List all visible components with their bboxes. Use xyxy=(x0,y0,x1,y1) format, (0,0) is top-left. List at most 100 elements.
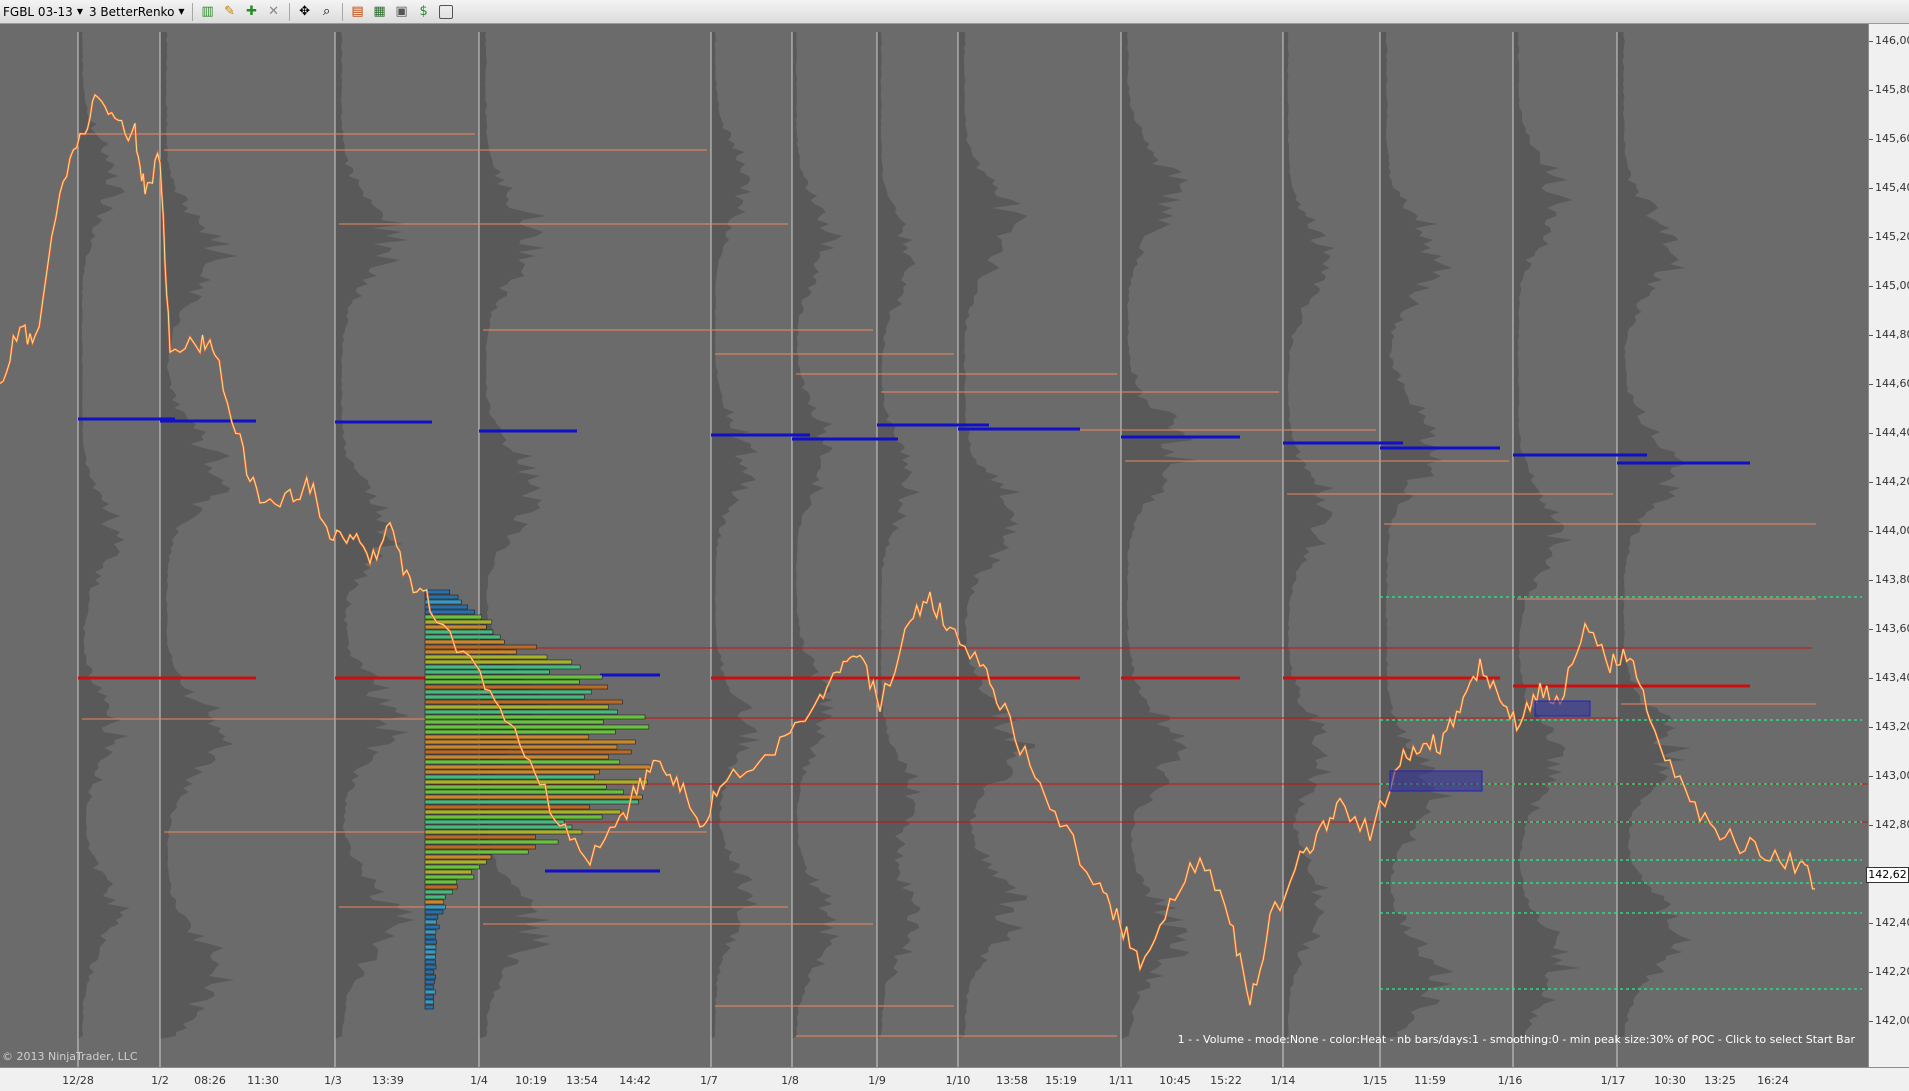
time-label: 11:59 xyxy=(1414,1074,1446,1087)
price-tick xyxy=(1869,678,1873,679)
heat-profile-bar xyxy=(424,944,437,950)
heat-profile-bar xyxy=(424,894,446,900)
chart-properties-button[interactable]: ▣ xyxy=(392,2,412,22)
heat-profile-bar xyxy=(424,854,492,860)
price-label: 145,00 xyxy=(1875,279,1909,292)
indicator-icon: ▤ xyxy=(351,4,364,19)
price-tick xyxy=(1869,139,1873,140)
price-tick xyxy=(1869,972,1873,973)
zoom-out-icon: ✕ xyxy=(268,4,280,19)
time-label: 11:30 xyxy=(247,1074,279,1087)
toolbar-divider xyxy=(341,2,343,21)
price-tick xyxy=(1869,482,1873,483)
dollar-icon: $ xyxy=(419,4,428,19)
chart-panel[interactable] xyxy=(0,24,1868,1067)
zone-box xyxy=(1534,700,1591,717)
price-tick xyxy=(1869,531,1873,532)
time-label: 08:26 xyxy=(194,1074,226,1087)
chart-trader-button[interactable] xyxy=(436,2,456,22)
zoom-out-button[interactable]: ✕ xyxy=(264,2,284,22)
heat-profile-bar xyxy=(424,964,437,970)
heat-profile-bar xyxy=(424,659,573,665)
price-tick xyxy=(1869,580,1873,581)
strategy-icon: ▦ xyxy=(373,4,386,19)
price-label: 144,00 xyxy=(1875,524,1909,537)
price-axis[interactable]: 146,00 145,80 145,60 145,40 145,20 145,00 144,… xyxy=(1868,24,1909,1067)
heat-profile-bar xyxy=(424,979,435,985)
time-label: 13:54 xyxy=(566,1074,598,1087)
heat-profile-bar xyxy=(424,799,639,805)
heat-profile-bar xyxy=(424,869,472,875)
time-label: 13:58 xyxy=(996,1074,1028,1087)
heat-profile-bar xyxy=(424,729,616,735)
heat-profile-bar xyxy=(424,839,559,845)
heat-profile-bar xyxy=(424,859,487,865)
price-tick xyxy=(1869,727,1873,728)
heat-profile-bar xyxy=(424,624,487,630)
heat-profile-bar xyxy=(424,929,437,935)
heat-profile-bar xyxy=(424,989,436,995)
heat-profile-bar xyxy=(424,714,646,720)
indicators-button[interactable]: ▤ xyxy=(348,2,368,22)
heat-profile-bar xyxy=(424,954,436,960)
heat-profile-bar xyxy=(424,774,595,780)
heat-profile-bar xyxy=(424,984,434,990)
heat-profile-bar xyxy=(424,939,437,945)
time-label: 1/16 xyxy=(1497,1074,1523,1087)
crosshair-button[interactable]: ✥ xyxy=(295,2,315,22)
heat-profile-bar xyxy=(424,759,620,765)
heat-profile-bar xyxy=(424,934,436,940)
heat-profile-bar xyxy=(424,734,589,740)
heat-profile-bar xyxy=(424,739,636,745)
copyright-text: © 2013 NinjaTrader, LLC xyxy=(2,1050,138,1063)
price-label: 144,80 xyxy=(1875,328,1909,341)
time-label: 1/8 xyxy=(781,1074,799,1087)
heat-profile-bar xyxy=(424,684,609,690)
heat-profile-bar xyxy=(424,849,529,855)
data-box-button[interactable]: ⌕ xyxy=(317,2,337,22)
price-tick xyxy=(1869,90,1873,91)
time-label: 16:24 xyxy=(1757,1074,1789,1087)
heat-profile-bar xyxy=(424,844,536,850)
price-label: 142,20 xyxy=(1875,965,1909,978)
heat-profile-bar xyxy=(424,634,501,640)
heat-profile-bar xyxy=(424,599,462,605)
time-label: 13:39 xyxy=(372,1074,404,1087)
time-axis[interactable]: 12/28 1/2 08:26 11:30 1/3 13:39 1/4 10:19 13:54 1… xyxy=(0,1067,1909,1091)
chart-style-button[interactable]: ▥ xyxy=(198,2,218,22)
indicator-info-text: 1 - - Volume - mode:None - color:Heat - … xyxy=(1177,1033,1855,1046)
instrument-selector[interactable]: FGBL 03-13 ▼ xyxy=(0,2,86,22)
heat-profile-bar xyxy=(424,814,603,820)
time-label: 10:45 xyxy=(1159,1074,1191,1087)
heat-profile-bar xyxy=(424,809,622,815)
chevron-down-icon: ▼ xyxy=(178,7,185,16)
heat-profile-bar xyxy=(424,594,459,600)
time-label: 1/10 xyxy=(945,1074,971,1087)
properties-icon: ▣ xyxy=(395,4,408,19)
price-tick xyxy=(1869,1021,1873,1022)
heat-profile-bar xyxy=(424,884,458,890)
time-label: 1/2 xyxy=(151,1074,169,1087)
last-price-marker: 142,62 xyxy=(1866,867,1909,883)
heat-profile-bar xyxy=(424,824,573,830)
strategies-button[interactable]: ▦ xyxy=(370,2,390,22)
heat-profile-bar xyxy=(424,959,436,965)
heat-profile-bar xyxy=(424,674,603,680)
time-label: 1/7 xyxy=(700,1074,718,1087)
time-label: 1/11 xyxy=(1108,1074,1134,1087)
price-tick xyxy=(1869,629,1873,630)
zone-box xyxy=(1389,770,1483,792)
time-label: 15:22 xyxy=(1210,1074,1242,1087)
heat-profile-bar xyxy=(424,709,618,715)
price-label: 143,80 xyxy=(1875,573,1909,586)
bar-type-selector[interactable]: 3 BetterRenko ▼ xyxy=(86,2,188,22)
time-label: 13:25 xyxy=(1704,1074,1736,1087)
price-label: 143,00 xyxy=(1875,769,1909,782)
orders-button[interactable]: $ xyxy=(414,2,434,22)
price-tick xyxy=(1869,384,1873,385)
time-label: 1/4 xyxy=(470,1074,488,1087)
heat-profile-bar xyxy=(424,819,565,825)
zoom-in-button[interactable]: ✚ xyxy=(242,2,262,22)
draw-tool-button[interactable]: ✎ xyxy=(220,2,240,22)
candlestick-icon: ▥ xyxy=(201,4,214,19)
